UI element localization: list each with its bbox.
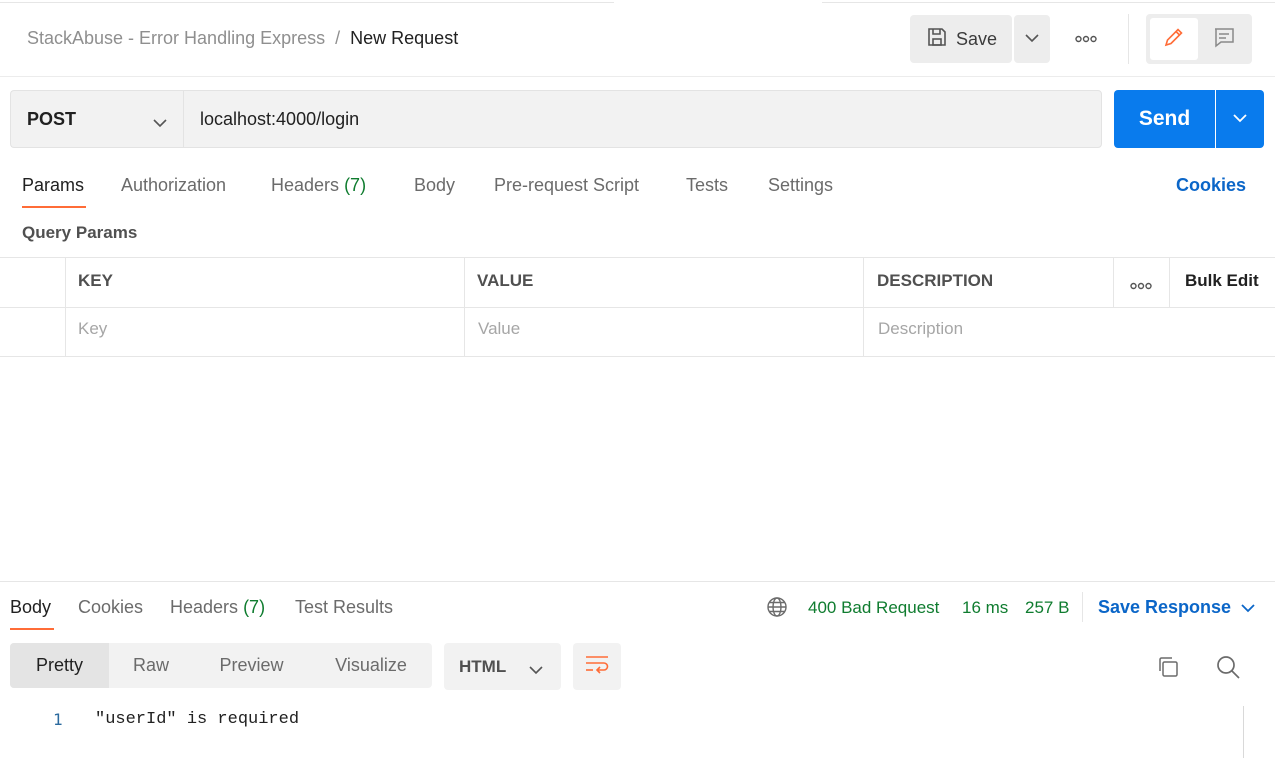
wrap-lines-button[interactable] <box>573 643 621 690</box>
table-column-divider <box>1169 257 1170 307</box>
format-select[interactable]: HTML <box>444 643 561 690</box>
tab-pre-request-script[interactable]: Pre-request Script <box>494 175 639 196</box>
query-params-table: KEY VALUE DESCRIPTION Bulk Edit Key Valu… <box>0 257 1275 357</box>
tab-label: Params <box>22 175 85 195</box>
key-input[interactable]: Key <box>78 319 107 339</box>
status-code[interactable]: 400 Bad Request <box>808 598 939 618</box>
code-line: "userId" is required <box>95 710 300 729</box>
column-header-value: VALUE <box>477 271 534 290</box>
table-column-divider <box>1113 257 1114 307</box>
active-tab-indicator <box>22 206 86 208</box>
table-border <box>0 307 1275 308</box>
tab-tests[interactable]: Tests <box>686 175 728 196</box>
cookies-link[interactable]: Cookies <box>1176 175 1246 196</box>
view-mode-toggle <box>1146 14 1252 64</box>
header-divider <box>1128 14 1129 64</box>
response-body-editor[interactable]: 1 "userId" is required <box>0 706 1243 758</box>
table-column-divider <box>65 257 66 357</box>
send-button[interactable]: Send <box>1114 90 1215 148</box>
tab-label: Body <box>414 175 456 195</box>
chevron-down-icon <box>1231 597 1255 618</box>
tab-settings[interactable]: Settings <box>768 175 833 196</box>
method-select[interactable]: POST <box>10 90 183 148</box>
breadcrumb-collection[interactable]: StackAbuse - Error Handling Express <box>27 28 325 49</box>
description-input[interactable]: Description <box>878 319 963 339</box>
tab-headers[interactable]: Headers (7) <box>271 175 366 196</box>
response-size[interactable]: 257 B <box>1025 598 1069 618</box>
tab-label: Test Results <box>295 597 394 617</box>
format-label: HTML <box>459 656 507 676</box>
more-actions-button[interactable] <box>1066 25 1106 53</box>
table-column-divider <box>863 257 864 357</box>
chevron-down-icon <box>1025 30 1039 48</box>
tab-label: Headers <box>170 597 239 617</box>
comments-button[interactable] <box>1200 18 1248 60</box>
chevron-down-icon <box>1233 110 1247 128</box>
view-raw-button[interactable]: Raw <box>109 643 193 688</box>
tab-count: (7) <box>344 175 367 195</box>
tab-authorization[interactable]: Authorization <box>121 175 226 196</box>
comment-icon <box>1212 26 1236 53</box>
send-dropdown-button[interactable] <box>1216 90 1264 148</box>
tab-label: Pre-request Script <box>494 175 640 195</box>
tab-count: (7) <box>243 597 266 617</box>
tab-params[interactable]: Params <box>22 175 84 196</box>
more-icon <box>1130 277 1152 294</box>
breadcrumb: StackAbuse - Error Handling Express / Ne… <box>27 28 458 49</box>
view-visualize-button[interactable]: Visualize <box>310 643 432 688</box>
column-header-description: DESCRIPTION <box>877 271 994 290</box>
table-options-button[interactable] <box>1130 277 1152 295</box>
breadcrumb-request-name[interactable]: New Request <box>350 28 458 49</box>
query-params-title: Query Params <box>22 223 138 242</box>
save-button-label: Save <box>956 28 998 49</box>
response-view-selector: Pretty Raw Preview Visualize <box>10 643 432 688</box>
response-tab-body[interactable]: Body <box>10 597 51 618</box>
tab-label: Headers <box>271 175 340 195</box>
table-border <box>0 257 1275 258</box>
wrap-lines-icon <box>584 653 610 680</box>
save-icon <box>926 26 956 53</box>
tab-label: Body <box>10 597 52 617</box>
view-preview-button[interactable]: Preview <box>193 643 310 688</box>
save-button[interactable]: Save <box>910 15 1012 63</box>
tab-label: Authorization <box>121 175 227 195</box>
tab-label: Tests <box>686 175 729 195</box>
chevron-down-icon <box>529 660 543 680</box>
line-number: 1 <box>53 710 63 729</box>
value-input[interactable]: Value <box>478 319 520 339</box>
tab-label: Settings <box>768 175 834 195</box>
search-icon[interactable] <box>1215 654 1241 685</box>
active-tab-indicator <box>10 628 54 630</box>
method-label: POST <box>27 108 77 129</box>
column-header-key: KEY <box>78 271 113 290</box>
url-input[interactable]: localhost:4000/login <box>183 90 1102 148</box>
view-pretty-button[interactable]: Pretty <box>10 643 109 688</box>
more-icon <box>1075 30 1097 48</box>
response-divider[interactable] <box>0 581 1275 582</box>
globe-icon[interactable] <box>766 596 788 623</box>
response-tab-cookies[interactable]: Cookies <box>78 597 143 618</box>
response-time[interactable]: 16 ms <box>962 598 1008 618</box>
chevron-down-icon <box>153 112 167 133</box>
editor-scrollbar-edge[interactable] <box>1243 706 1244 758</box>
response-tab-test-results[interactable]: Test Results <box>295 597 393 618</box>
request-header: StackAbuse - Error Handling Express / Ne… <box>0 0 1275 77</box>
save-dropdown-button[interactable] <box>1014 15 1050 63</box>
edit-mode-button[interactable] <box>1150 18 1198 60</box>
save-response-label: Save Response <box>1098 597 1232 617</box>
response-tab-headers[interactable]: Headers (7) <box>170 597 265 618</box>
table-column-divider <box>464 257 465 357</box>
edit-icon <box>1162 25 1186 54</box>
copy-icon[interactable] <box>1156 655 1180 684</box>
table-border <box>0 356 1275 357</box>
save-response-button[interactable]: Save Response <box>1098 597 1255 618</box>
tab-body[interactable]: Body <box>414 175 455 196</box>
bulk-edit-button[interactable]: Bulk Edit <box>1185 271 1259 291</box>
breadcrumb-separator: / <box>335 28 341 48</box>
tab-label: Cookies <box>78 597 144 617</box>
status-divider <box>1082 592 1083 622</box>
